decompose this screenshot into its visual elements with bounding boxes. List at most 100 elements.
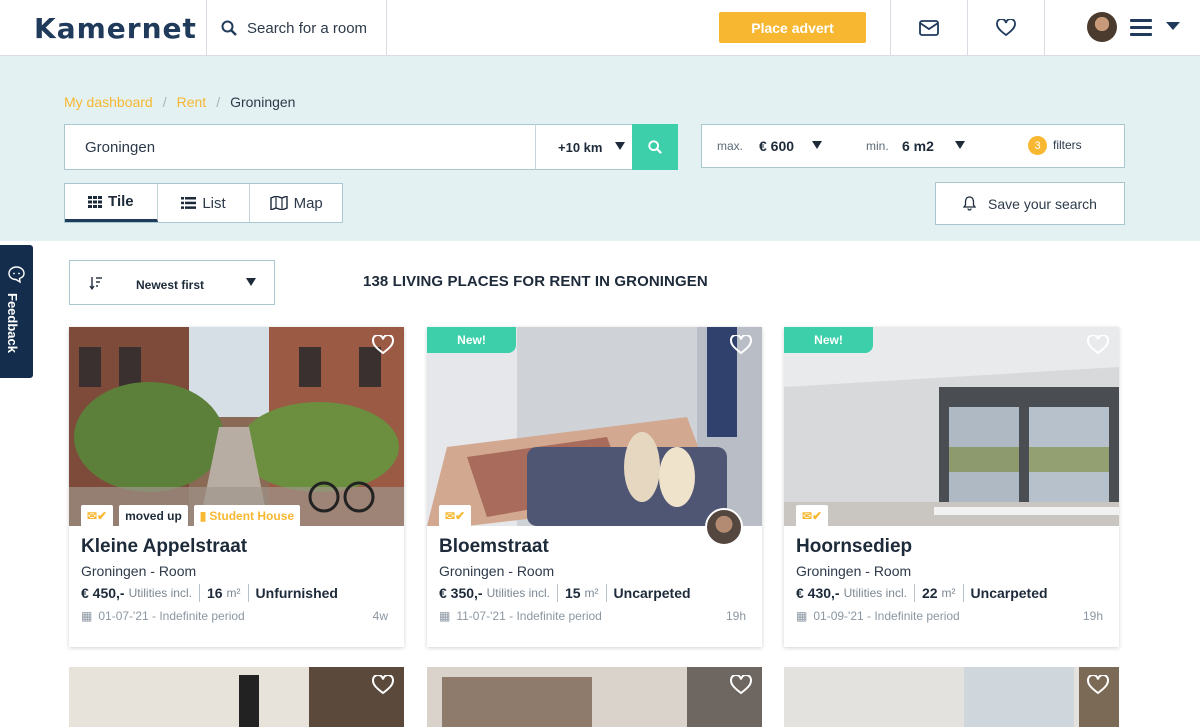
filters-count-badge: 3 [1028, 136, 1047, 155]
menu-icon[interactable] [1130, 19, 1152, 37]
landlord-avatar[interactable] [705, 508, 743, 546]
favorite-heart-icon[interactable] [730, 675, 752, 695]
list-icon [181, 197, 197, 209]
listing-subtitle: Groningen - Room [439, 563, 555, 579]
place-advert-button[interactable]: Place advert [719, 12, 866, 43]
divider [913, 584, 915, 602]
room-search-placeholder: Search for a room [247, 19, 368, 37]
listing-tags: ✉✔ [796, 505, 829, 527]
listing-card[interactable]: New! ✉✔ Hoornsediep Groningen - Room € 4… [784, 327, 1119, 647]
dropdown-arrow-icon[interactable] [955, 141, 965, 149]
heart-icon [996, 19, 1016, 37]
listing-utilities: Utilities incl. [128, 586, 192, 600]
calendar-icon: ▦ [81, 609, 93, 623]
listing-size: 15 [564, 585, 581, 601]
listing-title[interactable]: Kleine Appelstraat [81, 536, 247, 558]
listing-card[interactable] [784, 667, 1119, 727]
favorites-button[interactable] [968, 0, 1044, 56]
new-badge: New! [427, 327, 516, 353]
student-house-label: Student House [209, 509, 295, 523]
listing-price: € 350,- [439, 585, 483, 601]
chevron-down-icon[interactable] [1166, 22, 1180, 30]
message-verified-tag: ✉✔ [439, 505, 472, 527]
location-input[interactable]: Groningen [64, 124, 536, 170]
listing-tags: ✉✔ moved up ▮ Student House [81, 505, 301, 527]
divider [605, 584, 607, 602]
listing-furnishing: Unfurnished [255, 585, 338, 601]
tab-tile-label: Tile [108, 193, 134, 210]
listing-price: € 450,- [81, 585, 125, 601]
map-icon [269, 196, 288, 210]
dropdown-arrow-icon[interactable] [812, 141, 822, 149]
envelope-check-icon: ✉✔ [87, 509, 108, 523]
tab-tile[interactable]: Tile [65, 184, 158, 222]
listing-photo[interactable] [69, 327, 404, 526]
min-size-label: min. [866, 139, 889, 153]
new-badge: New! [784, 327, 873, 353]
listing-title[interactable]: Hoornsediep [796, 536, 912, 558]
search-button[interactable] [632, 124, 678, 170]
envelope-check-icon: ✉✔ [445, 509, 466, 523]
min-size-select[interactable]: 6 m2 [902, 138, 934, 154]
bell-icon [963, 196, 977, 211]
top-navigation: Kamernet Search for a room Place advert [0, 0, 1200, 56]
listing-info: € 450,- Utilities incl. 16 m² Unfurnishe… [81, 583, 338, 603]
listing-card[interactable] [427, 667, 762, 727]
listing-size: 16 [206, 585, 223, 601]
sort-icon [89, 277, 102, 290]
listing-info: € 430,- Utilities incl. 22 m² Uncarpeted [796, 583, 1048, 603]
max-price-select[interactable]: € 600 [759, 138, 794, 154]
calendar-icon: ▦ [439, 609, 451, 623]
moved-up-tag: moved up [119, 505, 188, 527]
listing-age: 19h [1082, 609, 1103, 623]
breadcrumb-dashboard[interactable]: My dashboard [64, 94, 153, 110]
envelope-icon [919, 20, 939, 36]
favorite-heart-icon[interactable] [1087, 675, 1109, 695]
tab-list[interactable]: List [158, 184, 251, 222]
room-search-input[interactable]: Search for a room [207, 0, 387, 56]
listing-date: 11-07-'21 - Indefinite period [456, 609, 602, 623]
listing-card[interactable]: ✉✔ moved up ▮ Student House Kleine Appels… [69, 327, 404, 647]
breadcrumb-separator: / [162, 94, 167, 110]
favorite-heart-icon[interactable] [730, 335, 752, 355]
favorite-heart-icon[interactable] [372, 335, 394, 355]
results-heading: 138 LIVING PLACES FOR RENT IN GRONINGEN [363, 273, 708, 290]
divider [962, 584, 964, 602]
listing-availability: ▦ 11-07-'21 - Indefinite period [439, 609, 602, 623]
tab-map[interactable]: Map [250, 184, 342, 222]
sort-select[interactable]: Newest first [69, 260, 275, 305]
student-house-tag: ▮ Student House [193, 505, 301, 527]
favorite-heart-icon[interactable] [1087, 335, 1109, 355]
tab-map-label: Map [293, 194, 323, 212]
filters-button[interactable]: filters [1053, 138, 1082, 152]
messages-button[interactable] [891, 0, 967, 56]
breadcrumb-rent[interactable]: Rent [177, 94, 207, 110]
filter-bar: max. € 600 min. 6 m2 3 filters [701, 124, 1125, 168]
listing-age: 4w [372, 609, 388, 623]
envelope-check-icon: ✉✔ [802, 509, 823, 523]
calendar-icon: ▦ [796, 609, 808, 623]
listing-subtitle: Groningen - Room [796, 563, 912, 579]
favorite-heart-icon[interactable] [372, 675, 394, 695]
radius-value: +10 km [558, 139, 603, 155]
listing-card[interactable]: New! ✉✔ Bloemstraat Groningen - Room € 3… [427, 327, 762, 647]
grid-icon [88, 195, 103, 208]
divider [198, 584, 200, 602]
feedback-label: Feedback [5, 293, 20, 353]
breadcrumb-separator: / [216, 94, 221, 110]
save-search-button[interactable]: Save your search [935, 182, 1125, 225]
kamernet-logo[interactable]: Kamernet [34, 12, 197, 45]
listing-price: € 430,- [796, 585, 840, 601]
listing-availability: ▦ 01-07-'21 - Indefinite period [81, 609, 245, 623]
listing-photo[interactable]: New! [427, 327, 762, 526]
radius-select[interactable]: +10 km [535, 124, 633, 170]
listing-card[interactable] [69, 667, 404, 727]
feedback-tab[interactable]: Feedback [0, 245, 33, 378]
listing-furnishing: Uncarpeted [970, 585, 1048, 601]
dropdown-arrow-icon [615, 142, 625, 150]
listing-size-unit: m² [584, 586, 599, 600]
listing-photo[interactable]: New! [784, 327, 1119, 526]
divider [556, 584, 558, 602]
listing-title[interactable]: Bloemstraat [439, 536, 549, 558]
user-avatar[interactable] [1087, 12, 1117, 42]
